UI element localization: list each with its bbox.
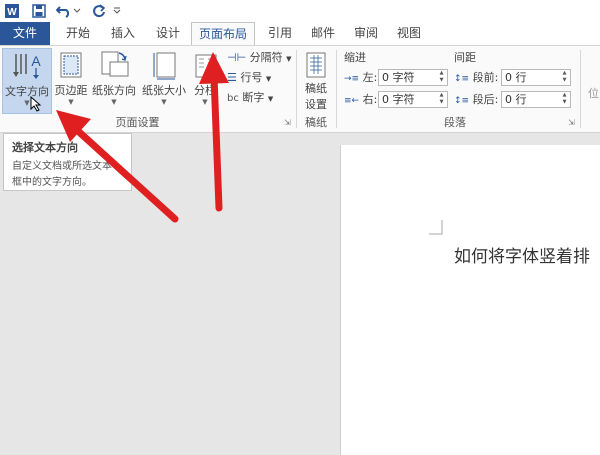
- quick-access-toolbar: W: [0, 0, 600, 22]
- tooltip-line-1: 自定义文档或所选文本: [12, 161, 112, 172]
- hyphenation-button[interactable]: bc 断字 ▼: [227, 90, 273, 106]
- document-page[interactable]: 如何将字体竖着排: [340, 145, 600, 455]
- indent-left-text: 左:: [362, 71, 378, 84]
- indent-right-label: ≡← 右:: [344, 92, 377, 108]
- save-icon[interactable]: [30, 3, 48, 19]
- indent-right-text: 右:: [362, 93, 378, 106]
- tab-design[interactable]: 设计: [148, 22, 188, 46]
- spacing-before-icon: ↕≡: [454, 74, 470, 84]
- chevron-down-icon: ▼: [111, 98, 117, 106]
- size-icon: [153, 52, 176, 80]
- group-divider: [580, 50, 581, 128]
- indent-right-icon: ≡←: [344, 96, 360, 106]
- draft-paper-icon: [306, 52, 326, 78]
- svg-text:A: A: [31, 53, 41, 69]
- chevron-down-icon: ▼: [286, 55, 292, 63]
- text-direction-icon: A: [13, 53, 41, 79]
- columns-icon: [195, 54, 217, 78]
- indent-right-value: 0 字符: [382, 93, 415, 106]
- size-label: 纸张大小: [142, 84, 186, 97]
- document-text[interactable]: 如何将字体竖着排: [454, 242, 590, 267]
- group-divider: [336, 50, 337, 128]
- orientation-button[interactable]: 纸张方向 ▼: [90, 48, 138, 114]
- indent-right-input[interactable]: 0 字符 ▲ ▼: [378, 91, 448, 108]
- chevron-down-icon: ▼: [161, 98, 167, 106]
- spacing-after-icon: ↕≡: [454, 96, 470, 106]
- undo-dropdown-icon[interactable]: [72, 3, 82, 19]
- page-setup-launcher-icon[interactable]: ⇲: [284, 118, 291, 127]
- tooltip-line-2: 框中的文字方向。: [12, 177, 92, 188]
- draft-settings-button[interactable]: 稿纸 设置: [300, 48, 332, 114]
- chevron-down-icon: ▼: [265, 75, 272, 83]
- draft-group-label: 稿纸: [305, 116, 327, 129]
- page-setup-group-label: 页面设置: [115, 116, 160, 129]
- spinner-arrows-icon[interactable]: ▲ ▼: [560, 92, 569, 107]
- columns-label: 分栏: [194, 84, 216, 97]
- spinner-arrows-icon[interactable]: ▲ ▼: [560, 70, 569, 85]
- spinner-arrows-icon[interactable]: ▲ ▼: [437, 92, 446, 107]
- margins-icon: [60, 52, 82, 78]
- tab-view[interactable]: 视图: [389, 22, 429, 46]
- tab-insert[interactable]: 插入: [103, 22, 143, 46]
- columns-button[interactable]: 分栏 ▼: [191, 48, 219, 114]
- spacing-title: 间距: [454, 51, 476, 64]
- indent-left-value: 0 字符: [382, 71, 415, 84]
- breaks-icon: ⊣⊢: [227, 51, 247, 64]
- margin-corner-mark: [429, 220, 443, 235]
- text-direction-label: 文字方向: [5, 85, 49, 98]
- spacing-after-text: 段后:: [472, 93, 499, 106]
- svg-text:W: W: [7, 7, 17, 18]
- draft-label-top: 稿纸: [305, 82, 327, 95]
- indent-left-icon: →≡: [344, 74, 360, 84]
- customize-icon[interactable]: [112, 3, 122, 19]
- paragraph-group-label: 段落: [444, 116, 466, 129]
- draft-label-bottom: 设置: [305, 98, 327, 111]
- tooltip: 选择文本方向 自定义文档或所选文本 框中的文字方向。: [3, 133, 132, 191]
- redo-icon[interactable]: [90, 3, 108, 19]
- line-numbers-button[interactable]: ☰ 行号 ▼: [227, 70, 271, 86]
- mouse-cursor-icon: [30, 96, 42, 112]
- tooltip-title: 选择文本方向: [12, 141, 78, 154]
- spacing-before-text: 段前:: [472, 71, 499, 84]
- spacing-before-label: ↕≡ 段前:: [454, 70, 498, 86]
- spacing-before-value: 0 行: [505, 71, 527, 84]
- spacing-before-input[interactable]: 0 行 ▲ ▼: [501, 69, 571, 86]
- group-divider: [296, 50, 297, 128]
- chevron-down-icon: ▼: [24, 99, 30, 107]
- tab-home[interactable]: 开始: [56, 22, 100, 46]
- spacing-after-value: 0 行: [505, 93, 527, 106]
- arrange-partial-label: 位: [588, 87, 599, 100]
- hyphenation-label: 断字: [242, 91, 265, 104]
- line-numbers-label: 行号: [240, 71, 263, 84]
- paragraph-launcher-icon[interactable]: ⇲: [568, 118, 575, 127]
- indent-left-label: →≡ 左:: [344, 70, 377, 86]
- margins-button[interactable]: 页边距 ▼: [53, 48, 89, 114]
- spacing-after-label: ↕≡ 段后:: [454, 92, 498, 108]
- hyphenation-icon: bc: [227, 93, 239, 104]
- ribbon-tabs: 文件 开始 插入 设计 页面布局 引用 邮件 审阅 视图: [0, 22, 600, 47]
- indent-title: 缩进: [344, 51, 366, 64]
- tab-review[interactable]: 审阅: [346, 22, 386, 46]
- spinner-arrows-icon[interactable]: ▲ ▼: [437, 70, 446, 85]
- ribbon: A 文字方向 ▼ 页边距 ▼ 纸张方向 ▼ 纸张大小 ▼ 分栏 ▼ ⊣⊢ 分隔符…: [0, 45, 600, 133]
- breaks-button[interactable]: ⊣⊢ 分隔符 ▼: [227, 50, 292, 66]
- word-logo-icon: W: [3, 3, 21, 19]
- size-button[interactable]: 纸张大小 ▼: [140, 48, 188, 114]
- chevron-down-icon: ▼: [202, 98, 208, 106]
- undo-icon[interactable]: [55, 3, 73, 19]
- orientation-label: 纸张方向: [92, 84, 136, 97]
- margins-label: 页边距: [54, 84, 88, 97]
- chevron-down-icon: ▼: [267, 95, 274, 103]
- line-numbers-icon: ☰: [227, 71, 237, 84]
- tab-page-layout[interactable]: 页面布局: [191, 22, 255, 47]
- indent-left-input[interactable]: 0 字符 ▲ ▼: [378, 69, 448, 86]
- breaks-label: 分隔符: [249, 51, 283, 64]
- text-direction-button[interactable]: A 文字方向 ▼: [2, 48, 52, 114]
- tab-references[interactable]: 引用: [260, 22, 300, 46]
- chevron-down-icon: ▼: [68, 98, 74, 106]
- tab-file[interactable]: 文件: [0, 22, 50, 46]
- spacing-after-input[interactable]: 0 行 ▲ ▼: [501, 91, 571, 108]
- orientation-icon: [101, 51, 129, 77]
- tab-mailings[interactable]: 邮件: [303, 22, 343, 46]
